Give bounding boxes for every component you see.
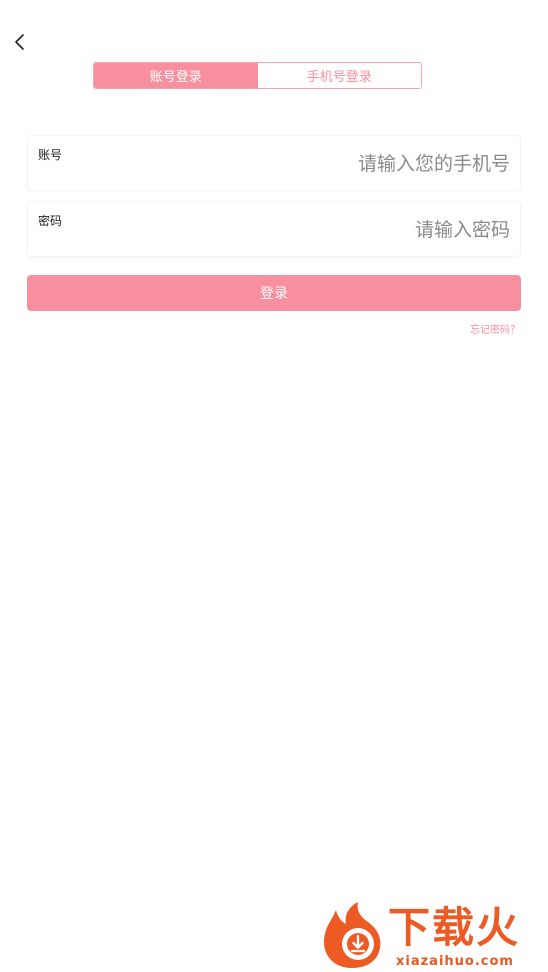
chevron-left-icon — [15, 34, 24, 50]
forgot-password-link[interactable]: 忘记密码？ — [470, 321, 520, 336]
login-page: 账号登录 手机号登录 账号 密码 登录 忘记密码？ 下载火 xiazaihuo.… — [0, 0, 548, 972]
back-button[interactable] — [8, 30, 32, 54]
account-input[interactable] — [210, 150, 510, 178]
watermark-brand: 下载火 — [388, 903, 521, 952]
login-mode-tabs: 账号登录 手机号登录 — [93, 62, 422, 89]
password-label: 密码 — [38, 214, 63, 228]
account-field: 账号 — [27, 135, 521, 191]
tab-phone-login[interactable]: 手机号登录 — [257, 63, 421, 88]
account-label: 账号 — [38, 148, 63, 162]
watermark-logo: 下载火 xiazaihuo.com — [322, 900, 544, 970]
flame-download-icon — [324, 902, 381, 968]
watermark-domain: xiazaihuo.com — [396, 954, 514, 969]
password-input[interactable] — [210, 216, 510, 244]
login-button[interactable]: 登录 — [27, 275, 521, 311]
tab-account-login[interactable]: 账号登录 — [94, 63, 258, 88]
password-field: 密码 — [27, 201, 521, 257]
